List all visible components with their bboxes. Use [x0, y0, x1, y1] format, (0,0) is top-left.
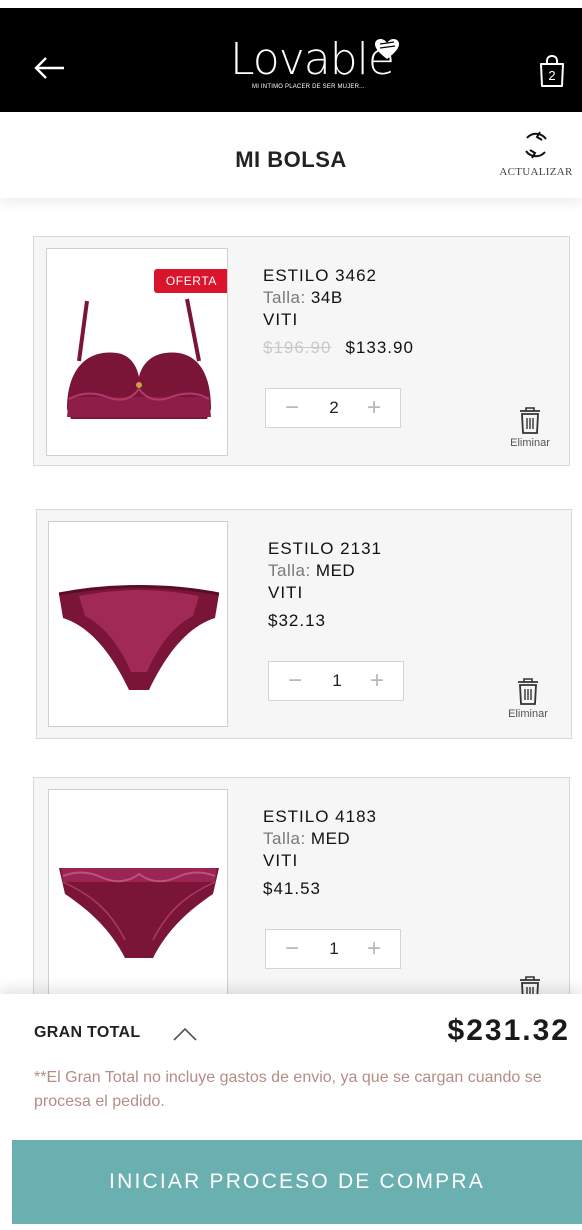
item-info: ESTILO 3462 Talla: 34B VITI $196.90 $133.…	[263, 265, 414, 359]
heart-icon	[375, 39, 399, 59]
item-price: $196.90 $133.90	[263, 337, 414, 359]
old-price: $196.90	[263, 338, 332, 357]
back-arrow-icon	[34, 57, 64, 79]
status-bar	[0, 0, 582, 8]
increase-quantity-button[interactable]: +	[357, 662, 397, 700]
size-label: Talla:	[268, 561, 311, 580]
quantity-stepper: − 1 +	[265, 929, 401, 969]
item-price: $41.53	[263, 878, 377, 900]
page-title: MI BOLSA	[235, 147, 347, 172]
total-note: **El Gran Total no incluye gastos de env…	[34, 1069, 542, 1110]
refresh-label: ACTUALIZAR	[499, 166, 573, 178]
item-info: ESTILO 2131 Talla: MED VITI $32.13	[268, 538, 382, 632]
back-button[interactable]	[30, 48, 70, 88]
refresh-icon	[525, 131, 547, 159]
trash-icon	[518, 678, 538, 705]
grand-total-label: GRAN TOTAL	[34, 1024, 141, 1041]
decrease-quantity-button[interactable]: −	[272, 389, 312, 427]
checkout-button[interactable]: INICIAR PROCESO DE COMPRA	[12, 1140, 582, 1224]
item-size: Talla: MED	[263, 828, 377, 850]
item-style: ESTILO 2131	[268, 539, 383, 558]
quantity-value[interactable]: 1	[314, 930, 354, 968]
quantity-stepper: − 1 +	[268, 661, 404, 701]
chevron-up-icon	[173, 1027, 197, 1041]
item-price: $32.13	[268, 610, 382, 632]
cart-summary-footer: GRAN TOTAL $231.32 **El Gran Total no in…	[0, 994, 582, 1230]
quantity-value[interactable]: 2	[314, 389, 354, 427]
grand-total-value: $231.32	[447, 1014, 570, 1047]
item-style: ESTILO 3462	[263, 266, 378, 285]
product-image[interactable]	[48, 521, 228, 727]
delete-label: Eliminar	[510, 437, 550, 449]
size-label: Talla:	[263, 288, 306, 307]
decrease-quantity-button[interactable]: −	[272, 930, 312, 968]
shopping-bag-button[interactable]: 2	[538, 54, 566, 88]
offer-badge: OFERTA	[153, 269, 227, 293]
quantity-value[interactable]: 1	[317, 662, 357, 700]
trash-icon	[520, 407, 540, 434]
top-bar: Lovable MI INTIMO PLACER DE SER MUJER...…	[0, 8, 582, 112]
cart-item: ESTILO 2131 Talla: MED VITI $32.13 − 1 +…	[36, 509, 572, 739]
item-size: Talla: MED	[268, 560, 382, 582]
current-price: $41.53	[263, 879, 321, 898]
size-value: MED	[310, 829, 351, 848]
current-price: $32.13	[268, 611, 326, 630]
increase-quantity-button[interactable]: +	[354, 930, 394, 968]
size-value: MED	[315, 561, 356, 580]
thong-image	[58, 585, 220, 690]
size-value: 34B	[310, 288, 343, 307]
size-label: Talla:	[263, 829, 306, 848]
refresh-button[interactable]: ACTUALIZAR	[496, 128, 576, 178]
item-color: VITI	[263, 310, 299, 329]
item-style: ESTILO 4183	[263, 807, 378, 826]
current-price: $133.90	[345, 338, 414, 357]
product-image[interactable]	[48, 789, 228, 999]
cart-item: OFERTA ESTILO 3462 Talla: 34B VITI $196.…	[33, 236, 570, 466]
brief-image	[59, 868, 219, 958]
delete-item-button[interactable]: Eliminar	[502, 405, 558, 449]
item-size: Talla: 34B	[263, 287, 414, 309]
quantity-stepper: − 2 +	[265, 388, 401, 428]
item-color: VITI	[268, 583, 304, 602]
cart-item: ESTILO 4183 Talla: MED VITI $41.53 − 1 +	[33, 777, 570, 1007]
delete-item-button[interactable]: Eliminar	[500, 676, 556, 720]
bag-count-badge: 2	[548, 68, 556, 83]
decrease-quantity-button[interactable]: −	[275, 662, 315, 700]
increase-quantity-button[interactable]: +	[354, 389, 394, 427]
total-details-toggle[interactable]	[170, 1024, 200, 1044]
product-image[interactable]: OFERTA	[46, 248, 228, 456]
page-header: MI BOLSA ACTUALIZAR	[0, 112, 582, 198]
delete-label: Eliminar	[508, 708, 548, 720]
item-color: VITI	[263, 851, 299, 870]
item-info: ESTILO 4183 Talla: MED VITI $41.53	[263, 806, 377, 900]
brand-logo[interactable]: Lovable MI INTIMO PLACER DE SER MUJER...	[222, 38, 402, 100]
